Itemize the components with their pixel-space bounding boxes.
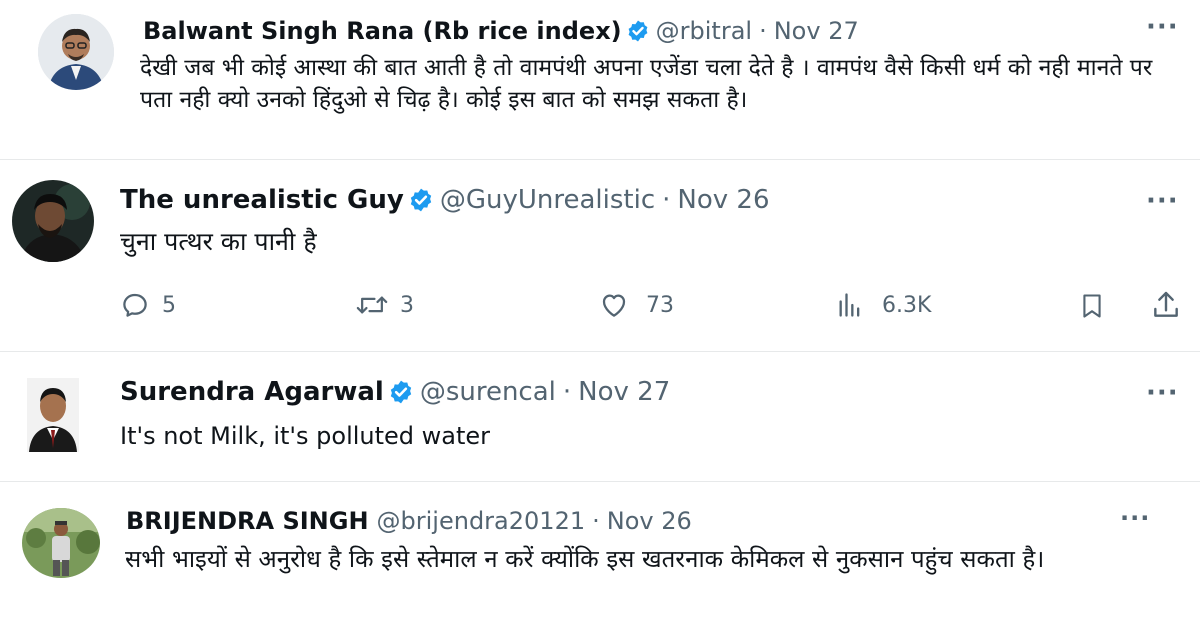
more-options-icon[interactable]: ···	[1146, 378, 1179, 408]
author-name[interactable]: Surendra Agarwal	[120, 377, 384, 407]
reply-icon	[123, 293, 147, 317]
avatar-photo-icon	[22, 508, 100, 578]
avatar[interactable]	[38, 14, 114, 90]
separator-dot: ·	[662, 185, 671, 215]
like-count: 73	[646, 292, 674, 318]
verified-badge-icon	[410, 188, 432, 212]
avatar[interactable]	[27, 378, 79, 452]
tweet-text: चुना पत्थर का पानी है	[120, 227, 317, 256]
tweet-date[interactable]: Nov 27	[578, 377, 670, 407]
share-button[interactable]	[1150, 288, 1182, 322]
avatar-photo-icon	[27, 378, 79, 452]
more-options-icon[interactable]: ···	[1146, 12, 1179, 42]
bookmark-icon	[1083, 294, 1101, 318]
views-count: 6.3K	[882, 292, 932, 318]
author-handle[interactable]: @GuyUnrealistic	[440, 185, 655, 215]
tweet-brijendra[interactable]: BRIJENDRA SINGH @brijendra20121 · Nov 26…	[0, 482, 1200, 628]
separator-dot: ·	[759, 17, 767, 45]
tweet-text: देखी जब भी कोई आस्था की बात आती है तो वा…	[140, 55, 1153, 113]
share-icon	[1154, 291, 1178, 317]
tweet-surendra[interactable]: Surendra Agarwal @surencal · Nov 27 ··· …	[0, 352, 1200, 480]
avatar[interactable]	[22, 508, 100, 578]
tweet-text: It's not Milk, it's polluted water	[120, 422, 491, 450]
tweet-actions: 5 3 73 6.3K	[120, 286, 1190, 326]
heart-icon	[602, 294, 626, 317]
like-button[interactable]: 73	[598, 290, 674, 320]
verified-badge-icon	[628, 20, 648, 42]
retweet-button[interactable]: 3	[356, 290, 414, 320]
author-handle[interactable]: @rbitral	[656, 17, 752, 45]
views-button[interactable]: 6.3K	[836, 290, 931, 320]
verified-badge-icon	[390, 380, 411, 404]
avatar-photo-icon	[38, 14, 114, 90]
retweet-icon	[356, 296, 388, 314]
separator-dot: ·	[562, 377, 572, 407]
author-handle[interactable]: @surencal	[420, 377, 556, 407]
avatar-photo-icon	[12, 180, 94, 262]
more-options-icon[interactable]: ···	[1146, 186, 1179, 216]
author-name[interactable]: The unrealistic Guy	[120, 185, 404, 215]
author-handle[interactable]: @brijendra20121	[377, 507, 586, 535]
tweet-text: सभी भाइयों से अनुरोध है कि इसे स्तेमाल न…	[125, 545, 1045, 573]
tweet-balwant[interactable]: Balwant Singh Rana (Rb rice index) @rbit…	[0, 0, 1200, 158]
author-name[interactable]: Balwant Singh Rana (Rb rice index)	[143, 17, 622, 45]
tweet-date[interactable]: Nov 26	[677, 185, 769, 215]
analytics-icon	[839, 293, 860, 317]
tweet-date[interactable]: Nov 26	[607, 507, 692, 535]
tweet-unrealistic-guy[interactable]: The unrealistic Guy @GuyUnrealistic · No…	[0, 160, 1200, 350]
retweet-count: 3	[400, 292, 414, 318]
tweet-date[interactable]: Nov 27	[774, 17, 859, 45]
avatar[interactable]	[12, 180, 94, 262]
reply-button[interactable]: 5	[120, 290, 176, 320]
more-options-icon[interactable]: ···	[1120, 504, 1150, 532]
author-name[interactable]: BRIJENDRA SINGH	[126, 507, 369, 535]
separator-dot: ·	[592, 507, 600, 535]
reply-count: 5	[162, 292, 176, 318]
bookmark-button[interactable]	[1078, 290, 1106, 322]
